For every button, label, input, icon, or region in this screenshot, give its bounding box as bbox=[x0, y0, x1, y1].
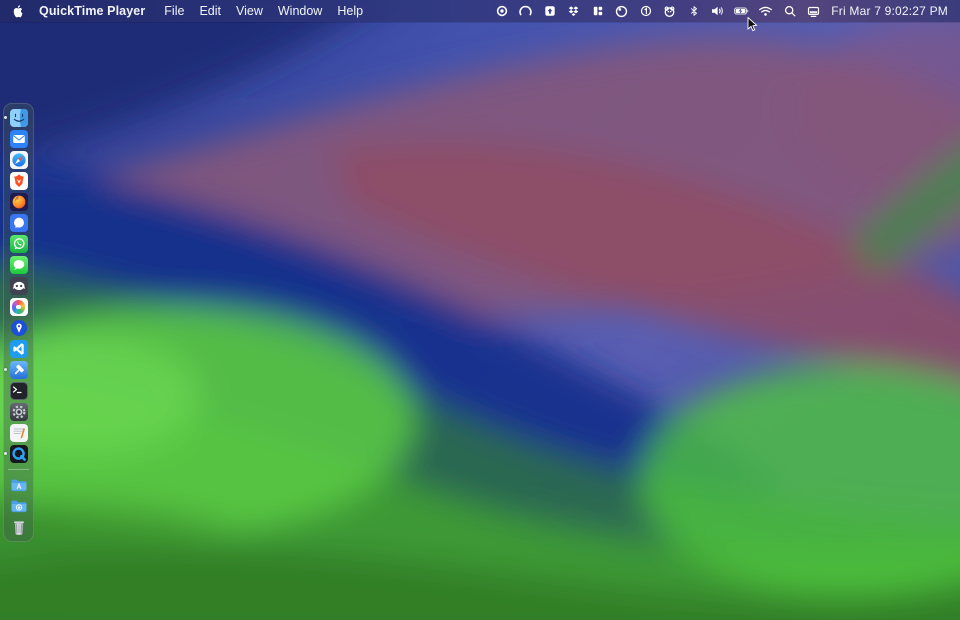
displays-icon[interactable] bbox=[806, 4, 821, 19]
spotlight-search-icon[interactable] bbox=[782, 4, 797, 19]
running-indicator bbox=[4, 452, 7, 455]
dock-whatsapp-icon[interactable] bbox=[10, 235, 28, 253]
dock-firefox-icon[interactable] bbox=[10, 193, 28, 211]
menu-bar: QuickTime Player File Edit View Window H… bbox=[0, 0, 960, 22]
apple-menu-icon[interactable] bbox=[11, 4, 24, 19]
dock-vscode-icon[interactable] bbox=[10, 340, 28, 358]
dropbox-icon[interactable] bbox=[566, 4, 581, 19]
dock-terminal-icon[interactable] bbox=[10, 382, 28, 400]
dock-messages-icon[interactable] bbox=[10, 256, 28, 274]
menu-help[interactable]: Help bbox=[337, 4, 363, 18]
dock-discord-icon[interactable] bbox=[10, 277, 28, 295]
dock-mail-icon[interactable] bbox=[10, 130, 28, 148]
window-tiles-icon[interactable] bbox=[590, 4, 605, 19]
dock-photos-icon[interactable] bbox=[10, 298, 28, 316]
volume-icon[interactable] bbox=[710, 4, 725, 19]
dock-finder-icon[interactable] bbox=[10, 109, 28, 127]
dock-brave-icon[interactable] bbox=[10, 172, 28, 190]
dock-downloads-folder-icon[interactable] bbox=[10, 497, 28, 515]
dock-textedit-icon[interactable] bbox=[10, 424, 28, 442]
menu-bar-clock[interactable]: Fri Mar 7 9:02:27 PM bbox=[831, 4, 948, 18]
photos-pinwheel bbox=[12, 300, 26, 314]
desktop-wallpaper bbox=[0, 0, 960, 620]
wifi-icon[interactable] bbox=[758, 4, 773, 19]
menu-edit[interactable]: Edit bbox=[199, 4, 221, 18]
dock-applications-folder-icon[interactable] bbox=[10, 476, 28, 494]
dock-trash-icon[interactable] bbox=[10, 518, 28, 536]
dock-location-pin-app-icon[interactable] bbox=[10, 319, 28, 337]
dock-safari-icon[interactable] bbox=[10, 151, 28, 169]
one-circle-icon[interactable] bbox=[638, 4, 653, 19]
tunnelbear-icon[interactable] bbox=[662, 4, 677, 19]
dock-quicktime-player-icon[interactable] bbox=[10, 445, 28, 463]
gauge-icon[interactable] bbox=[518, 4, 533, 19]
dock-divider bbox=[8, 469, 29, 470]
dock-signal-icon[interactable] bbox=[10, 214, 28, 232]
upload-box-icon[interactable] bbox=[542, 4, 557, 19]
active-app-name[interactable]: QuickTime Player bbox=[39, 4, 145, 18]
dock bbox=[3, 103, 34, 542]
running-indicator bbox=[4, 116, 7, 119]
clock-icon[interactable] bbox=[614, 4, 629, 19]
dock-xcode-icon[interactable] bbox=[10, 361, 28, 379]
menu-view[interactable]: View bbox=[236, 4, 263, 18]
bluetooth-icon[interactable] bbox=[686, 4, 701, 19]
menu-window[interactable]: Window bbox=[278, 4, 322, 18]
running-indicator bbox=[4, 368, 7, 371]
dock-system-settings-icon[interactable] bbox=[10, 403, 28, 421]
mouse-cursor bbox=[747, 17, 759, 38]
menu-file[interactable]: File bbox=[164, 4, 184, 18]
screen-recording-icon[interactable] bbox=[494, 4, 509, 19]
